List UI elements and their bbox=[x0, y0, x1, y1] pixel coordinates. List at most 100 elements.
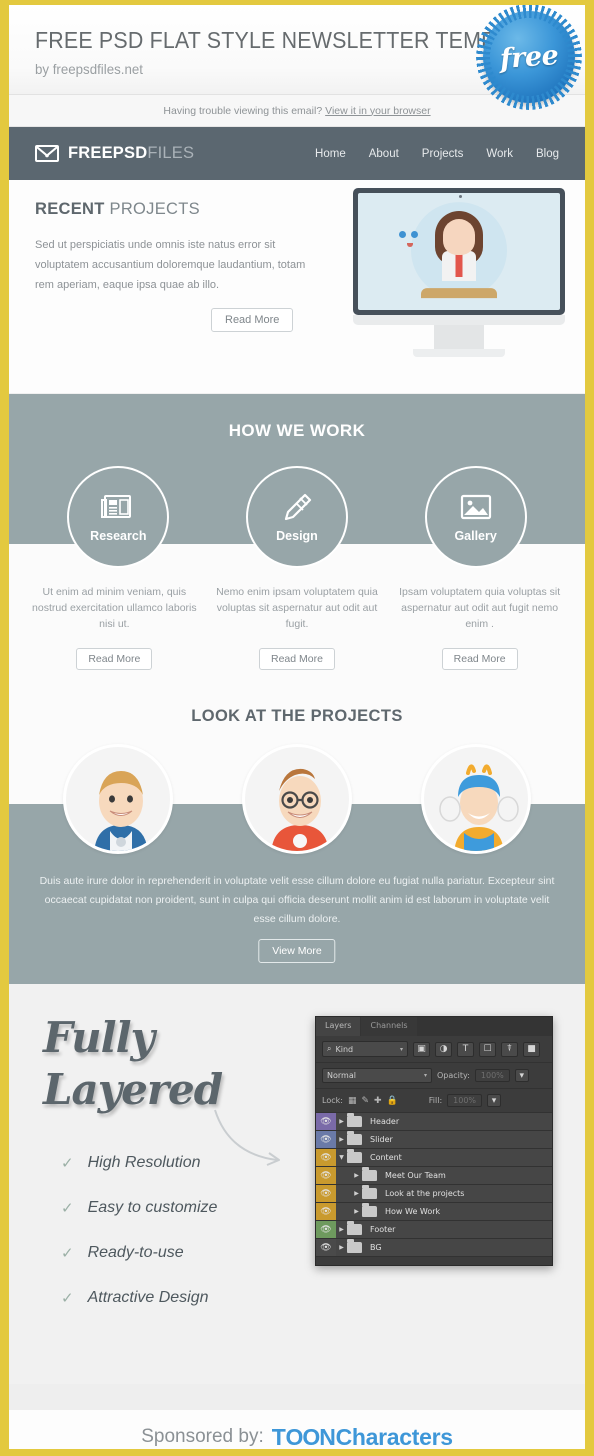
footer: Sponsored by: TOONCharacters bbox=[9, 1410, 585, 1450]
nav-item-about[interactable]: About bbox=[369, 148, 399, 160]
fill-label: Fill: bbox=[428, 1096, 443, 1105]
sponsor-brand[interactable]: TOONCharacters bbox=[271, 1423, 453, 1450]
red-hero-avatar[interactable] bbox=[241, 744, 352, 854]
fill-slider-icon[interactable]: ▾ bbox=[487, 1094, 502, 1107]
fill-value[interactable]: 100% bbox=[447, 1094, 483, 1107]
nav-item-blog[interactable]: Blog bbox=[536, 148, 559, 160]
footer-spacer bbox=[9, 1384, 585, 1410]
layer-name: Content bbox=[370, 1153, 402, 1162]
photoshop-layers-panel: Layers Channels ⌕ Kind ▾ ▣ ◑ T ☐ ⍒ ■ Nor… bbox=[315, 1016, 553, 1266]
opacity-value[interactable]: 100% bbox=[474, 1069, 510, 1082]
badge-label: free bbox=[498, 39, 560, 75]
folder-icon bbox=[362, 1167, 377, 1181]
toggle-filter-icon[interactable]: ■ bbox=[523, 1041, 540, 1057]
layer-visibility-icon[interactable]: 👁 bbox=[316, 1239, 336, 1256]
feature-label: Attractive Design bbox=[87, 1289, 209, 1306]
chevron-down-icon[interactable]: ▼ bbox=[336, 1154, 347, 1161]
how-column-body: Ut enim ad minim veniam, quis nostrud ex… bbox=[32, 586, 197, 630]
nav-item-home[interactable]: Home bbox=[315, 148, 346, 160]
how-read-more-button[interactable]: Read More bbox=[259, 648, 335, 670]
layer-row[interactable]: 👁 ▶ BG bbox=[316, 1239, 552, 1257]
layer-row[interactable]: 👁 ▶ Header bbox=[316, 1113, 552, 1131]
chevron-right-icon[interactable]: ▶ bbox=[351, 1208, 362, 1215]
blue-hero-avatar[interactable] bbox=[63, 744, 174, 854]
chevron-right-icon[interactable]: ▶ bbox=[351, 1172, 362, 1179]
recent-read-more-button[interactable]: Read More bbox=[211, 308, 294, 332]
curved-arrow-icon bbox=[214, 1109, 280, 1166]
blend-mode-select[interactable]: Normal ▾ bbox=[322, 1068, 432, 1083]
brand-logo[interactable]: FREEPSDFILES bbox=[35, 144, 194, 163]
how-column-body: Nemo enim ipsam voluptatem quia voluptas… bbox=[216, 586, 378, 630]
chevron-updown-icon: ▾ bbox=[423, 1072, 427, 1079]
nav-item-work[interactable]: Work bbox=[486, 148, 513, 160]
girl-eye-left bbox=[399, 231, 406, 238]
lock-image-icon[interactable]: ✎ bbox=[361, 1096, 369, 1106]
layer-visibility-icon[interactable]: 👁 bbox=[316, 1221, 336, 1238]
nav-links: Home About Projects Work Blog bbox=[315, 148, 559, 160]
lock-transparency-icon[interactable]: ▦ bbox=[348, 1096, 357, 1106]
pixel-layer-icon[interactable]: ▣ bbox=[413, 1041, 430, 1057]
adjustment-layer-icon[interactable]: ◑ bbox=[435, 1041, 452, 1057]
view-more-button[interactable]: View More bbox=[258, 939, 336, 963]
how-read-more-button[interactable]: Read More bbox=[441, 648, 518, 670]
how-we-work-columns: Ut enim ad minim veniam, quis nostrud ex… bbox=[9, 584, 585, 670]
layer-row[interactable]: 👁 ▼ Content bbox=[316, 1149, 552, 1167]
layer-row[interactable]: 👁 ▶ How We Work bbox=[316, 1203, 552, 1221]
recent-heading-bold: RECENT bbox=[35, 200, 105, 218]
smart-object-icon[interactable]: ⍒ bbox=[501, 1041, 518, 1057]
monitor-chin bbox=[353, 315, 565, 325]
chevron-right-icon[interactable]: ▶ bbox=[351, 1190, 362, 1197]
masthead: FREE PSD FLAT STYLE NEWSLETTER TEMPLATE … bbox=[9, 5, 585, 110]
look-at-projects-heading: LOOK AT THE PROJECTS bbox=[191, 707, 403, 725]
panel-tab-bar: Layers Channels bbox=[316, 1017, 552, 1036]
chevron-right-icon[interactable]: ▶ bbox=[336, 1226, 347, 1233]
how-read-more-button[interactable]: Read More bbox=[76, 648, 153, 670]
lock-all-icon[interactable]: 🔒 bbox=[387, 1096, 398, 1106]
shape-layer-icon[interactable]: ☐ bbox=[479, 1041, 496, 1057]
how-circle-gallery[interactable]: Gallery bbox=[424, 466, 527, 568]
type-layer-icon[interactable]: T bbox=[457, 1041, 474, 1057]
filter-kind-select[interactable]: ⌕ Kind ▾ bbox=[322, 1041, 408, 1057]
layer-visibility-icon[interactable]: 👁 bbox=[316, 1203, 336, 1220]
how-we-work-heading: HOW WE WORK bbox=[228, 421, 366, 440]
feature-label: High Resolution bbox=[87, 1154, 201, 1171]
layer-row[interactable]: 👁 ▶ Slider bbox=[316, 1131, 552, 1149]
email-newsletter-page: FREE PSD FLAT STYLE NEWSLETTER TEMPLATE … bbox=[0, 0, 594, 1456]
feature-item: ✓ Attractive Design bbox=[61, 1289, 217, 1307]
lock-label: Lock: bbox=[322, 1096, 343, 1105]
how-circle-research[interactable]: Research bbox=[67, 466, 170, 568]
layer-row[interactable]: 👁 ▶ Look at the projects bbox=[316, 1185, 552, 1203]
chevron-right-icon[interactable]: ▶ bbox=[336, 1118, 347, 1125]
chevron-updown-icon: ▾ bbox=[399, 1045, 403, 1053]
fully-layered-line1: Fully bbox=[43, 1013, 155, 1062]
nav-item-projects[interactable]: Projects bbox=[422, 148, 464, 160]
tab-channels[interactable]: Channels bbox=[361, 1017, 417, 1036]
layer-visibility-icon[interactable]: 👁 bbox=[316, 1167, 336, 1184]
layer-name: Header bbox=[370, 1117, 400, 1126]
chevron-right-icon[interactable]: ▶ bbox=[336, 1244, 347, 1251]
layer-row[interactable]: 👁 ▶ Meet Our Team bbox=[316, 1167, 552, 1185]
envelope-icon bbox=[35, 145, 59, 162]
how-column: Ipsam voluptatem quia voluptas sit asper… bbox=[397, 584, 562, 670]
layer-visibility-icon[interactable]: 👁 bbox=[316, 1113, 336, 1130]
layer-visibility-icon[interactable]: 👁 bbox=[316, 1185, 336, 1202]
lock-position-icon[interactable]: ✚ bbox=[374, 1096, 382, 1106]
layer-name: Meet Our Team bbox=[385, 1171, 446, 1180]
view-in-browser-link[interactable]: View it in your browser bbox=[325, 105, 430, 117]
free-badge: free bbox=[476, 5, 582, 110]
layer-name: BG bbox=[370, 1243, 382, 1252]
how-circle-design[interactable]: Design bbox=[245, 466, 348, 568]
folder-icon bbox=[362, 1203, 377, 1217]
how-circle-caption: Design bbox=[276, 528, 318, 543]
chevron-right-icon[interactable]: ▶ bbox=[336, 1136, 347, 1143]
tab-layers[interactable]: Layers bbox=[316, 1017, 361, 1036]
layer-row[interactable]: 👁 ▶ Footer bbox=[316, 1221, 552, 1239]
yellow-hero-avatar[interactable] bbox=[420, 744, 531, 854]
brand-t: T bbox=[271, 1423, 286, 1450]
layer-visibility-icon[interactable]: 👁 bbox=[316, 1131, 336, 1148]
recent-projects-section: RECENT PROJECTS Sed ut perspiciatis unde… bbox=[9, 180, 585, 394]
opacity-slider-icon[interactable]: ▾ bbox=[514, 1069, 529, 1082]
layer-visibility-icon[interactable]: 👁 bbox=[316, 1149, 336, 1166]
monitor-screen bbox=[353, 188, 565, 315]
feature-label: Easy to customize bbox=[87, 1199, 218, 1216]
